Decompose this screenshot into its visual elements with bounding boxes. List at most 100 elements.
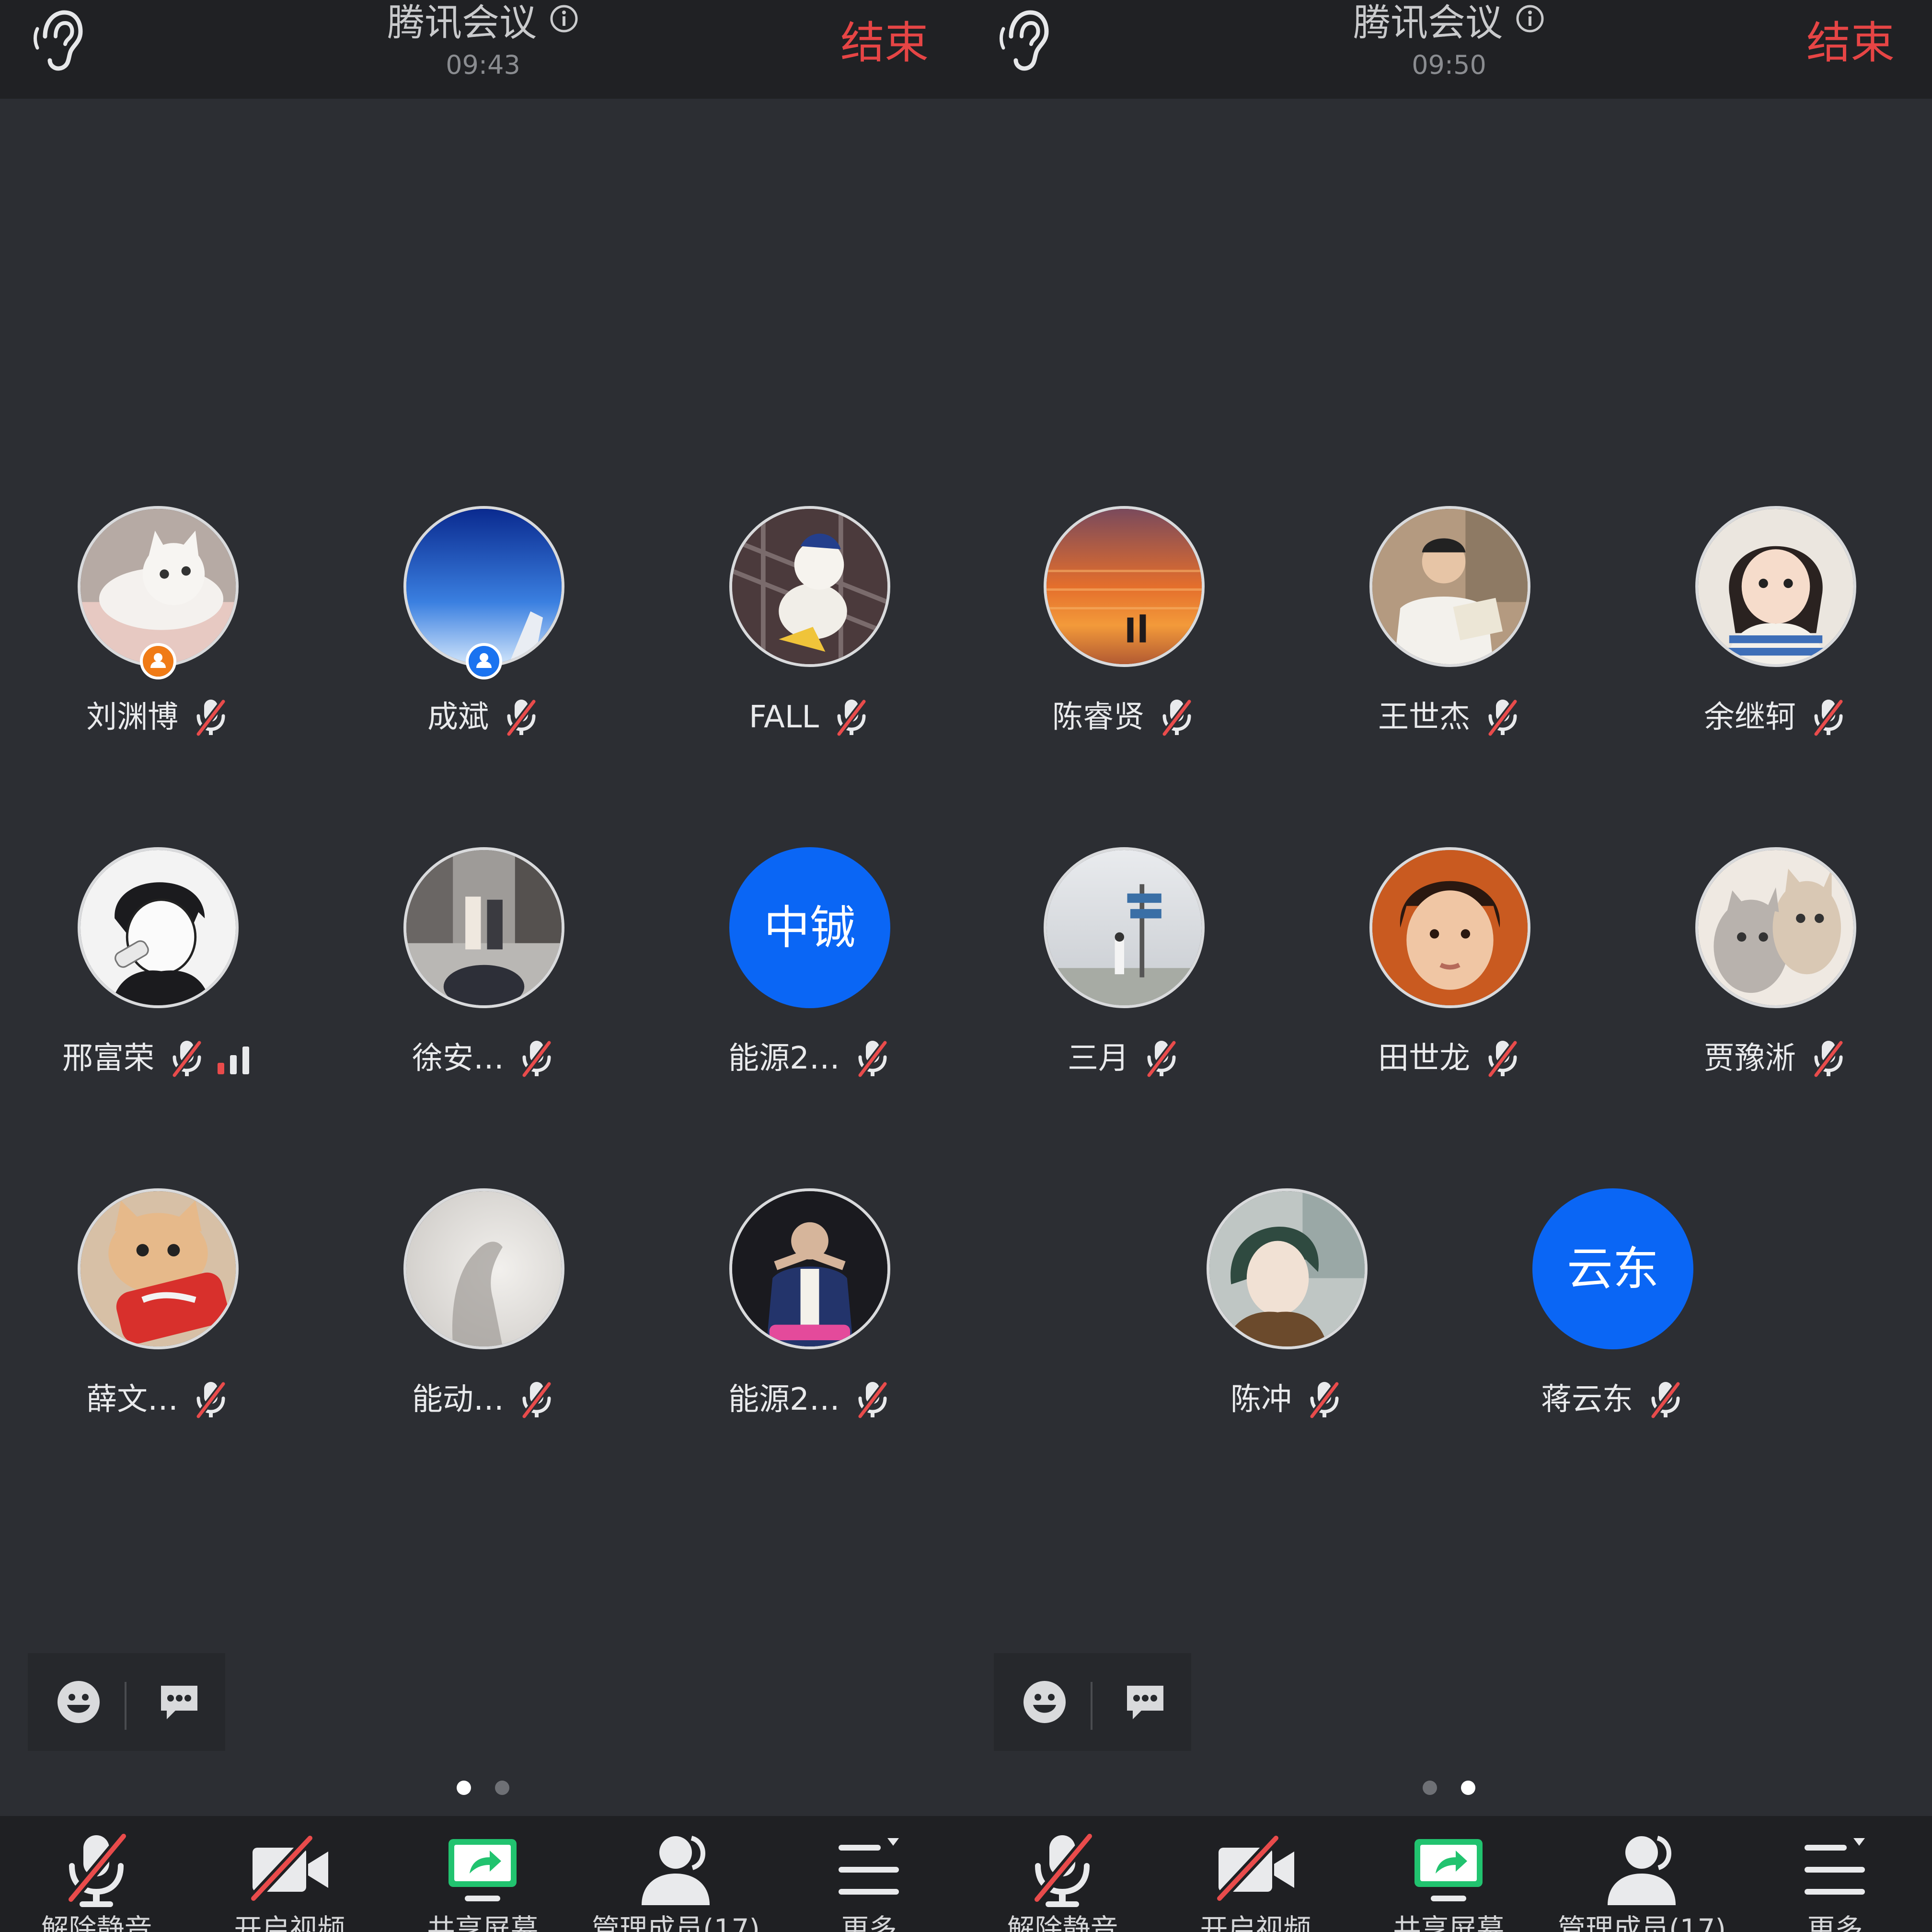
divider [125,1682,126,1730]
signal-bars-icon [216,1045,254,1075]
toolbar-members-button[interactable]: 管理成员(17) [1545,1816,1738,1932]
participant-avatar [1695,506,1856,667]
participant-tile[interactable]: 成斌 [359,506,609,746]
toolbar-share-screen-button[interactable]: 共享屏幕 [386,1816,579,1932]
participant-avatar: 云东 [1532,1188,1693,1349]
participant-tile[interactable]: FALL [685,506,934,746]
participant-tile[interactable]: 中铖 能源2… [685,847,934,1087]
chat-button[interactable] [1122,1679,1168,1725]
top-bar: 腾讯会议 09:50 结束 [966,0,1932,99]
mic-muted-icon [1812,1039,1844,1080]
toolbar-video-off-button[interactable]: 开启视频 [1159,1816,1352,1932]
toolbar-label: 管理成员(17) [591,1913,760,1932]
mic-muted-icon [520,1380,552,1421]
mic-muted-icon [168,1039,206,1080]
mic-muted-icon [1305,1380,1344,1421]
mic-muted-icon [853,1039,892,1080]
participant-avatar [1044,847,1205,1008]
participant-tile[interactable]: 三月 [1000,847,1249,1087]
toolbar-mic-muted-button[interactable]: 解除静音 [966,1816,1159,1932]
toolbar-label: 解除静音 [1007,1913,1118,1932]
participant-name: 陈睿贤 [1052,700,1144,735]
toolbar-more-menu-button[interactable]: 更多 [1738,1816,1932,1932]
emoji-button[interactable] [1022,1679,1068,1725]
participant-avatar [78,847,239,1008]
participant-name-row: FALL [685,691,934,744]
participant-tile[interactable]: 能源2… [685,1188,934,1428]
participant-name: 能动… [412,1382,504,1417]
meeting-duration: 09:43 [446,50,520,80]
participant-avatar [78,1188,239,1349]
mic-muted-icon [1160,698,1193,738]
mic-muted-icon [832,698,871,738]
participant-avatar [1369,847,1530,1008]
photo-street-image [406,850,562,1005]
toolbar-more-menu-button[interactable]: 更多 [772,1816,966,1932]
toolbar-members-button[interactable]: 管理成员(17) [579,1816,772,1932]
participant-name-row: 田世龙 [1325,1032,1575,1085]
participant-tile[interactable]: 云东蒋云东 [1488,1188,1737,1428]
participant-tile[interactable]: 陈睿贤 [1000,506,1249,746]
share-screen-icon [1414,1839,1483,1901]
participant-tile[interactable]: 薛文… [34,1188,283,1428]
participant-tile[interactable]: 田世龙 [1325,847,1575,1087]
info-button[interactable] [549,0,579,33]
participant-name: 陈冲 [1230,1382,1292,1417]
end-meeting-button[interactable]: 结束 [840,14,929,72]
participant-tile[interactable]: 刘渊博 [34,506,283,746]
members-icon [642,1836,710,1905]
mic-muted-icon [502,698,540,738]
top-bar: 腾讯会议 09:43 结束 [0,0,966,99]
participant-name: 刘渊博 [86,700,178,735]
members-icon [1608,1836,1676,1905]
more-menu-icon [839,1838,899,1895]
toolbar-label: 解除静音 [41,1913,152,1932]
end-meeting-button[interactable]: 结束 [1806,14,1895,72]
toolbar-video-off-button[interactable]: 开启视频 [193,1816,386,1932]
participant-tile[interactable]: 邢富荣 [34,847,283,1087]
mic-muted-icon [1484,1039,1522,1080]
meeting-title-text: 腾讯会议 [1353,1,1503,45]
mic-muted-icon [1142,1039,1181,1080]
participant-tile[interactable]: 徐安… [359,847,609,1087]
participant-name: 能源2… [728,1382,840,1417]
host-icon [143,646,173,677]
meeting-screen-page-2: 腾讯会议 09:50 结束陈睿贤 王世杰 余继轲三月 田世龙 贾豫淅陈冲 云东蒋云东解除静音 开… [966,0,1932,1932]
participant-tile[interactable]: 陈冲 [1162,1188,1412,1428]
participant-avatar [729,1188,890,1349]
page-dot[interactable] [495,1781,509,1795]
divider [1091,1682,1092,1730]
emoji-button[interactable] [56,1679,102,1725]
participant-tile[interactable]: 贾豫淅 [1651,847,1900,1087]
mic-muted-icon [192,698,230,738]
emoji-icon [1024,1681,1066,1723]
mic-muted-icon [1809,1039,1848,1080]
page-dot-active[interactable] [1461,1781,1475,1795]
participant-name: 邢富荣 [62,1041,154,1076]
page-dot-active[interactable] [457,1781,471,1795]
mic-muted-icon [1158,698,1196,738]
photo-boy-face-image [1372,850,1528,1005]
participant-tile[interactable]: 余继轲 [1651,506,1900,746]
info-button[interactable] [1515,0,1545,33]
mic-muted-icon [853,1380,892,1421]
participant-name: 余继轲 [1704,700,1796,735]
participant-avatar [1044,506,1205,667]
participant-avatar [1369,506,1530,667]
chat-icon [161,1686,197,1719]
page-dot[interactable] [1423,1781,1437,1795]
host-badge [140,643,176,679]
quick-actions [994,1653,1191,1751]
toolbar-mic-muted-button[interactable]: 解除静音 [0,1816,193,1932]
more-menu-icon [1805,1838,1865,1895]
participant-tile[interactable]: 能动… [359,1188,609,1428]
chat-button[interactable] [156,1679,202,1725]
mic-muted-icon [855,1380,888,1421]
participant-name: 贾豫淅 [1704,1041,1796,1076]
participant-avatar [1207,1188,1368,1349]
participant-tile[interactable]: 王世杰 [1325,506,1575,746]
participant-name: 蒋云东 [1541,1382,1633,1417]
toolbar-share-screen-button[interactable]: 共享屏幕 [1352,1816,1545,1932]
photo-girl-image [1698,509,1853,664]
chat-icon [1127,1686,1163,1719]
